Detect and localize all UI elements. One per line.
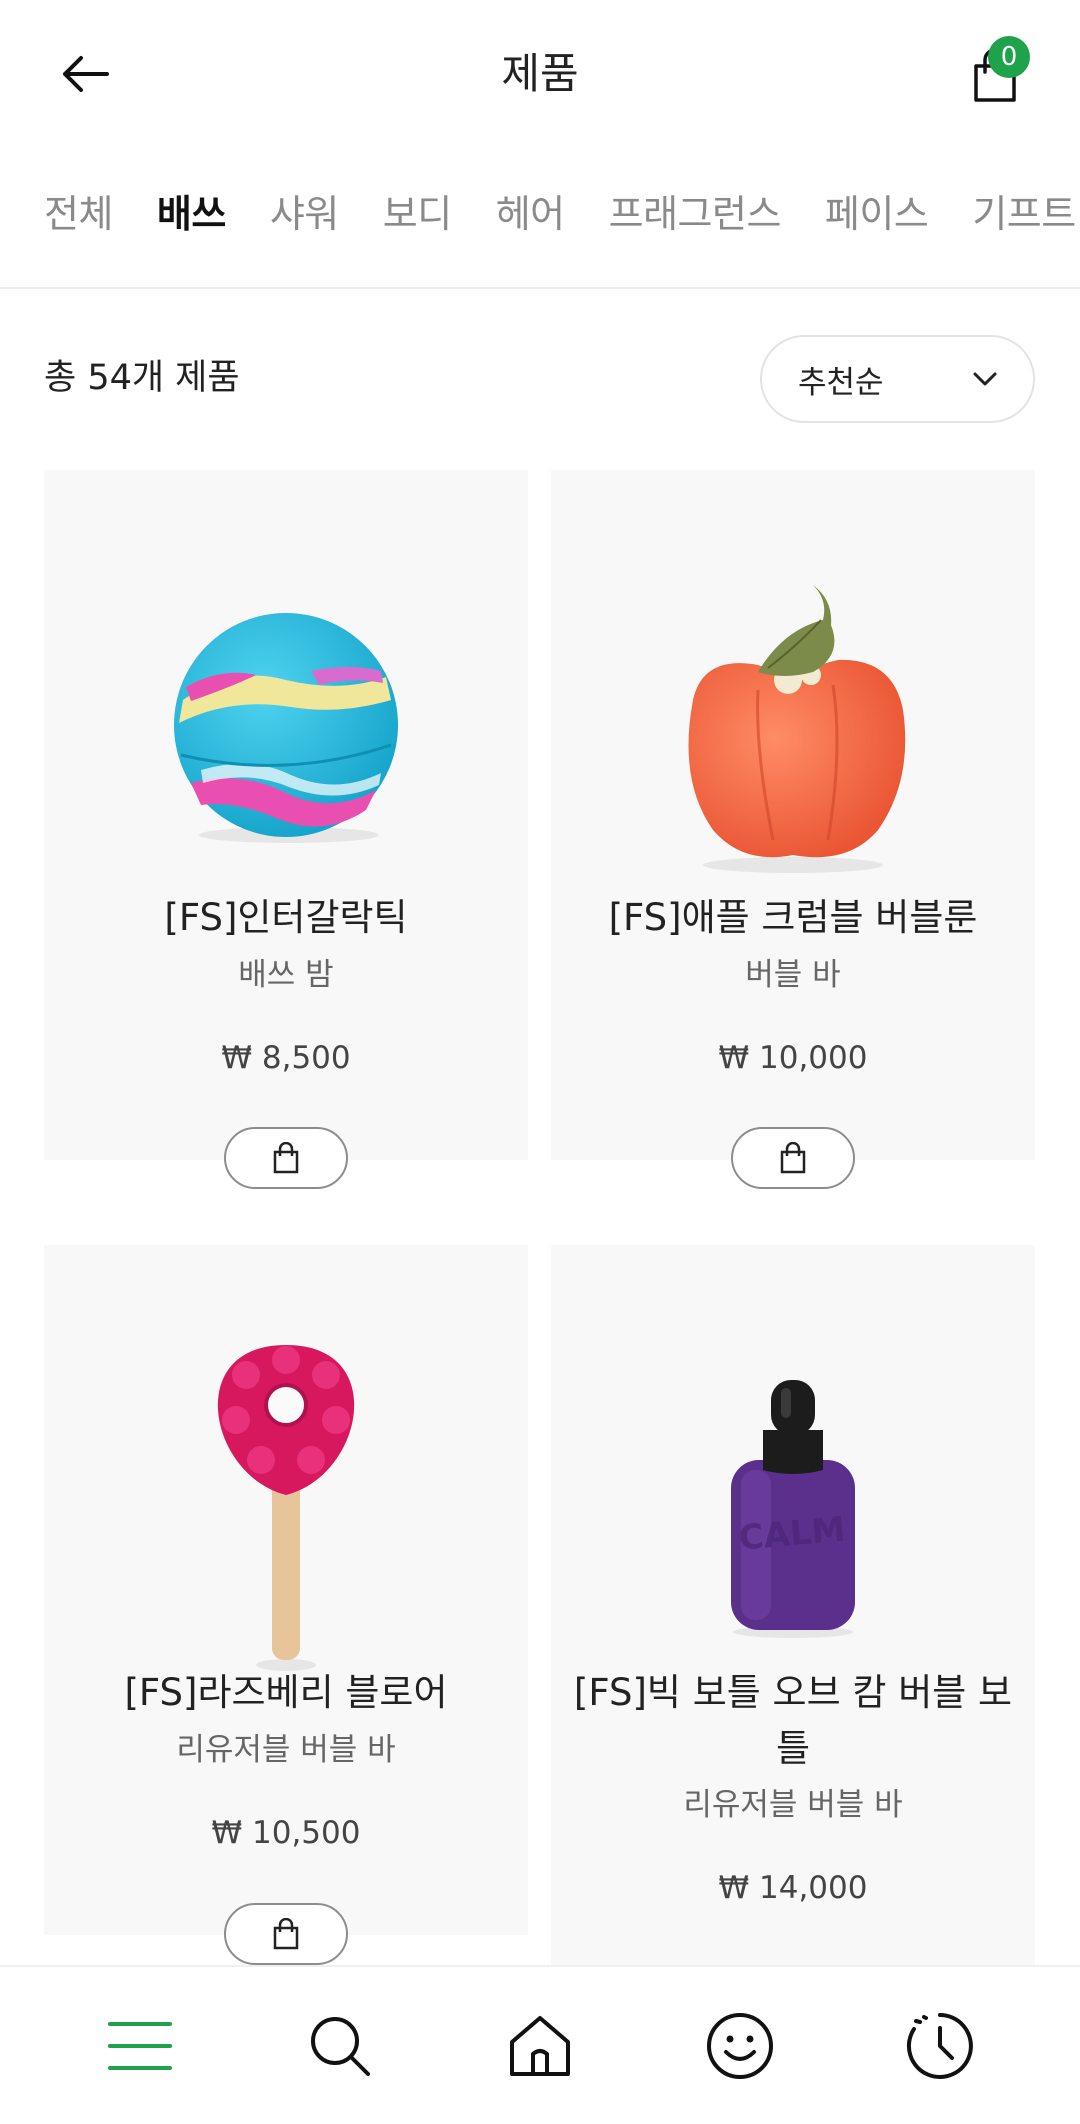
product-count: 총 54개 제품 <box>44 358 240 398</box>
add-to-cart-button[interactable] <box>224 1127 348 1189</box>
tabs-divider <box>0 287 1080 289</box>
nav-search[interactable] <box>290 1996 390 2096</box>
nav-menu[interactable] <box>90 1996 190 2096</box>
product-category: 버블 바 <box>745 957 841 993</box>
menu-icon <box>108 2021 172 2070</box>
shopping-bag-icon <box>780 1142 806 1174</box>
tab-all[interactable]: 전체 <box>44 176 113 252</box>
shopping-bag-icon <box>273 1918 299 1950</box>
product-price: ₩ 10,000 <box>718 1040 868 1076</box>
tab-shower[interactable]: 샤워 <box>270 176 339 252</box>
shopping-bag-icon <box>273 1142 299 1174</box>
nav-home[interactable] <box>490 1996 590 2096</box>
product-name: [FS]애플 크럼블 버블룬 <box>608 896 978 939</box>
app-header: 제품 0 <box>0 0 1080 145</box>
product-name: [FS]인터갈락틱 <box>164 896 408 939</box>
raspberry-blower-image <box>217 1345 355 1671</box>
product-category: 리유저블 버블 바 <box>683 1787 903 1823</box>
product-price: ₩ 10,500 <box>211 1815 361 1851</box>
product-card[interactable]: [FS]애플 크럼블 버블룬 버블 바 ₩ 10,000 <box>551 470 1035 1160</box>
product-price: ₩ 14,000 <box>718 1870 868 1906</box>
product-name: [FS]빅 보틀 오브 캄 버블 보틀 <box>573 1671 1013 1770</box>
tab-bath[interactable]: 배쓰 <box>157 176 226 252</box>
page-title: 제품 <box>501 49 579 98</box>
calm-bubble-bottle-image: CALM <box>731 1380 855 1638</box>
product-price: ₩ 8,500 <box>221 1040 351 1076</box>
product-category: 리유저블 버블 바 <box>176 1732 396 1768</box>
home-icon <box>510 2015 570 2076</box>
tab-face[interactable]: 페이스 <box>825 176 929 252</box>
tab-fragrance[interactable]: 프래그런스 <box>609 176 782 252</box>
product-name: [FS]라즈베리 블로어 <box>124 1671 448 1714</box>
history-icon <box>906 2012 973 2079</box>
smiley-icon <box>707 2012 773 2079</box>
add-to-cart-button[interactable] <box>224 1903 348 1965</box>
tab-gift[interactable]: 기프트 <box>972 176 1076 252</box>
product-category: 배쓰 밤 <box>238 957 334 993</box>
cart-button[interactable]: 0 <box>950 36 1030 116</box>
chevron-down-icon <box>973 372 997 386</box>
product-card[interactable]: [FS]인터갈락틱 배쓰 밤 ₩ 8,500 <box>44 470 528 1160</box>
nav-recent[interactable] <box>890 1996 990 2096</box>
add-to-cart-button[interactable] <box>731 1127 855 1189</box>
cart-count-badge: 0 <box>988 36 1030 78</box>
product-card[interactable]: CALM [FS]빅 보틀 오브 캄 버블 보틀 리유저블 버블 바 ₩ 14,… <box>551 1245 1035 1990</box>
bottom-navigation <box>0 1965 1080 2124</box>
category-tabs: 전체 배쓰 샤워 보디 헤어 프래그런스 페이스 기프트 <box>0 176 1080 252</box>
bath-bomb-image <box>174 613 398 843</box>
tab-body[interactable]: 보디 <box>383 176 452 252</box>
tab-hair[interactable]: 헤어 <box>496 176 565 252</box>
sort-dropdown[interactable]: 추천순 <box>760 335 1035 423</box>
sort-label: 추천순 <box>798 364 884 401</box>
search-icon <box>311 2016 370 2076</box>
product-card[interactable]: [FS]라즈베리 블로어 리유저블 버블 바 ₩ 10,500 <box>44 1245 528 1935</box>
apple-bubbleroon-image <box>688 585 906 873</box>
nav-my-page[interactable] <box>690 1996 790 2096</box>
